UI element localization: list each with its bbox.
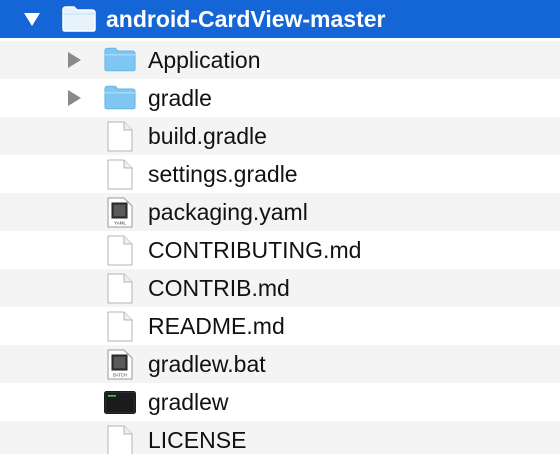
root-folder-label: android-CardView-master bbox=[106, 6, 386, 32]
tree-item-application[interactable]: Application bbox=[0, 41, 560, 79]
tree-item-label: gradlew.bat bbox=[148, 351, 266, 377]
tree-item-label: CONTRIBUTING.md bbox=[148, 237, 362, 263]
disclosure-triangle-open-icon[interactable] bbox=[24, 13, 40, 26]
root-folder-row[interactable]: android-CardView-master bbox=[0, 0, 560, 38]
tree-item-label: gradle bbox=[148, 85, 212, 111]
tree-item-label: packaging.yaml bbox=[148, 199, 308, 225]
tree-item-label: build.gradle bbox=[148, 123, 267, 149]
yaml-file-icon: YAML bbox=[107, 197, 133, 228]
terminal-executable-icon bbox=[104, 391, 136, 414]
folder-icon bbox=[104, 85, 136, 110]
file-tree: android-CardView-master Application grad… bbox=[0, 0, 560, 454]
document-icon bbox=[107, 235, 133, 266]
tree-item-label: LICENSE bbox=[148, 427, 247, 453]
document-icon bbox=[107, 273, 133, 304]
folder-icon bbox=[104, 47, 136, 72]
tree-item-label: README.md bbox=[148, 313, 285, 339]
tree-item-packaging-yaml[interactable]: YAML packaging.yaml bbox=[0, 193, 560, 231]
document-icon bbox=[107, 159, 133, 190]
disclosure-triangle-closed-icon[interactable] bbox=[68, 90, 81, 106]
document-icon bbox=[107, 121, 133, 152]
document-icon bbox=[107, 425, 133, 454]
tree-item-gradlew-bat[interactable]: BATCH gradlew.bat bbox=[0, 345, 560, 383]
tree-item-label: settings.gradle bbox=[148, 161, 298, 187]
yaml-badge: YAML bbox=[114, 221, 126, 226]
tree-item-label: gradlew bbox=[148, 389, 229, 415]
tree-item-build-gradle[interactable]: build.gradle bbox=[0, 117, 560, 155]
tree-item-contributing-md[interactable]: CONTRIBUTING.md bbox=[0, 231, 560, 269]
tree-item-gradle-folder[interactable]: gradle bbox=[0, 79, 560, 117]
tree-item-contrib-md[interactable]: CONTRIB.md bbox=[0, 269, 560, 307]
folder-icon bbox=[62, 6, 96, 32]
batch-badge: BATCH bbox=[113, 373, 127, 378]
tree-item-label: CONTRIB.md bbox=[148, 275, 290, 301]
tree-item-gradlew[interactable]: gradlew bbox=[0, 383, 560, 421]
tree-item-license[interactable]: LICENSE bbox=[0, 421, 560, 454]
tree-item-settings-gradle[interactable]: settings.gradle bbox=[0, 155, 560, 193]
document-icon bbox=[107, 311, 133, 342]
batch-file-icon: BATCH bbox=[107, 349, 133, 380]
tree-item-label: Application bbox=[148, 47, 261, 73]
tree-item-readme-md[interactable]: README.md bbox=[0, 307, 560, 345]
disclosure-triangle-closed-icon[interactable] bbox=[68, 52, 81, 68]
